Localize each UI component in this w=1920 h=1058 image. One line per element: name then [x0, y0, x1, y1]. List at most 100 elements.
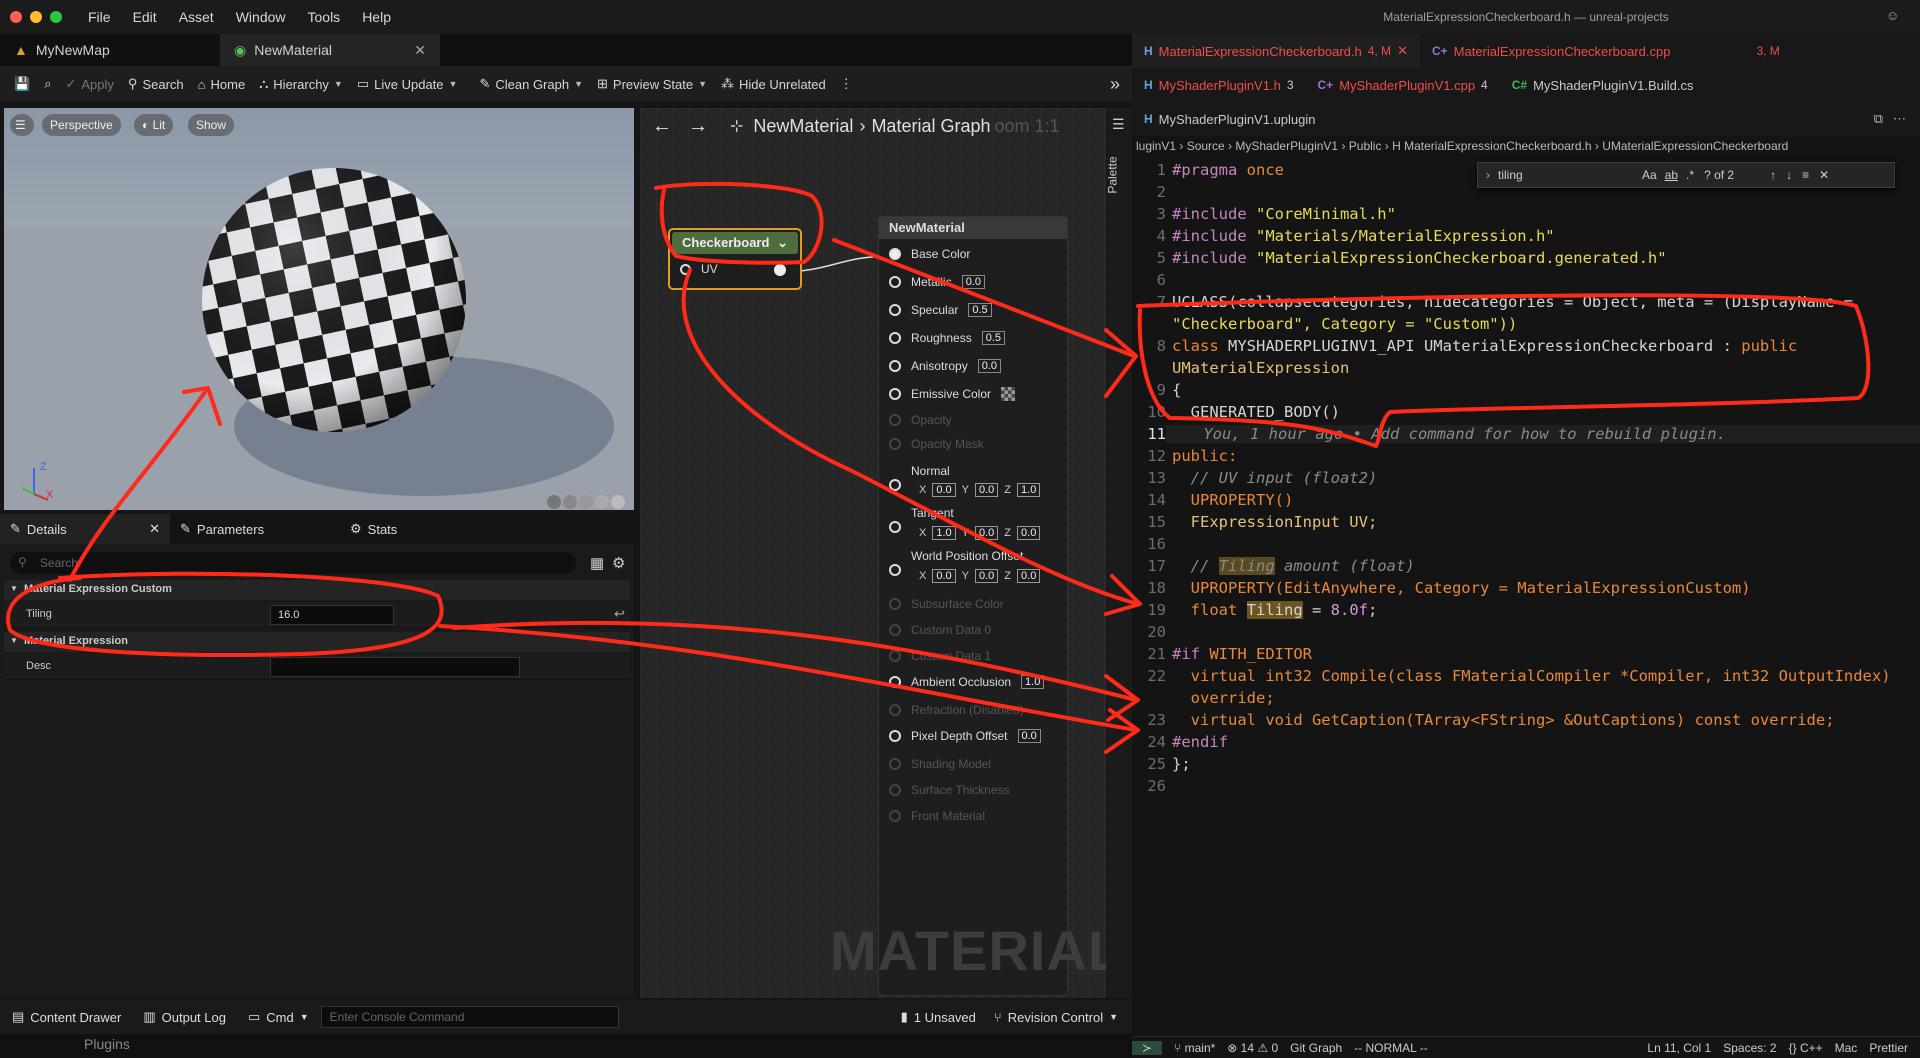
menu-file[interactable]: File	[88, 9, 111, 25]
pin-metallic[interactable]: Metallic 0.0	[889, 275, 985, 289]
regex-toggle[interactable]: .*	[1686, 168, 1694, 182]
settings-gear-icon[interactable]: ⚙	[612, 554, 625, 572]
save-icon[interactable]: 💾	[14, 76, 30, 92]
tab-plugin-cpp[interactable]: C+ MyShaderPluginV1.cpp 4	[1306, 68, 1500, 102]
find-input[interactable]: tiling	[1498, 168, 1638, 182]
zoom-window-button[interactable]	[50, 11, 62, 23]
list-icon[interactable]: ☰	[1112, 116, 1125, 133]
find-in-selection-icon[interactable]: ≡	[1802, 168, 1809, 182]
pin-ambient-occlusion[interactable]: Ambient Occlusion 1.0	[889, 675, 1045, 689]
menu-tools[interactable]: Tools	[308, 9, 341, 25]
desc-value-field[interactable]	[270, 657, 520, 677]
pin-value[interactable]: 0.5	[981, 331, 1006, 345]
pin-roughness[interactable]: Roughness 0.5	[889, 331, 1006, 345]
minimize-window-button[interactable]	[30, 11, 42, 23]
prettier-status[interactable]: Prettier	[1869, 1041, 1908, 1055]
apply-button[interactable]: ✓ Apply	[65, 76, 113, 92]
expand-replace-icon[interactable]: ›	[1486, 168, 1490, 182]
wpo-vector-fields[interactable]: X 0.0 Y 0.0 Z 0.0	[919, 569, 1041, 583]
remote-icon[interactable]: ≻	[1132, 1040, 1163, 1055]
git-branch[interactable]: ⑂ main*	[1174, 1041, 1215, 1055]
console-command-input[interactable]: Enter Console Command	[320, 1006, 619, 1028]
cursor-position[interactable]: Ln 11, Col 1	[1647, 1041, 1711, 1055]
material-graph-canvas[interactable]: ← → ⊹ NewMaterial › Material Graph oom 1…	[640, 108, 1132, 998]
code-editor[interactable]: 1 2 3 4 5 6 7 8 9 10 11 12 13 14 15 16 17 18 19 20 21 22 23 24 2…	[1132, 158, 1920, 1038]
pin-anisotropy[interactable]: Anisotropy 0.0	[889, 359, 1001, 373]
z-value[interactable]: 0.0	[1017, 526, 1041, 540]
split-editor-icon[interactable]: ⧉	[1874, 111, 1883, 127]
palette-tab[interactable]: Palette	[1106, 156, 1120, 193]
pin-value[interactable]: 0.0	[961, 275, 985, 289]
os-label[interactable]: Mac	[1835, 1041, 1858, 1055]
reset-to-default-icon[interactable]: ↩	[614, 606, 625, 622]
close-tab-icon[interactable]: ✕	[414, 42, 426, 59]
menu-asset[interactable]: Asset	[179, 9, 214, 25]
breadcrumb[interactable]: luginV1 › Source › MyShaderPluginV1 › Pu…	[1132, 136, 1920, 158]
live-update-button[interactable]: ▭ Live Update ▼	[357, 76, 458, 92]
z-value[interactable]: 0.0	[1017, 569, 1041, 583]
y-value[interactable]: 0.0	[974, 526, 999, 540]
preview-shape-icons[interactable]	[547, 495, 625, 509]
material-preview-viewport[interactable]: ☰ Perspective ◐ Lit Show Z X	[4, 108, 634, 510]
tab-parameters[interactable]: ✎ Parameters	[170, 514, 340, 544]
tab-plugin-h[interactable]: H MyShaderPluginV1.h 3	[1132, 68, 1306, 102]
preview-state-button[interactable]: ⊞ Preview State ▼	[597, 76, 707, 92]
output-log-button[interactable]: ▥ Output Log	[143, 1009, 226, 1025]
y-value[interactable]: 0.0	[974, 483, 999, 497]
browse-icon[interactable]: ⌕	[44, 76, 51, 92]
color-swatch[interactable]	[1001, 387, 1016, 401]
tangent-vector-fields[interactable]: X 1.0 Y 0.0 Z 0.0	[919, 526, 1041, 540]
language-mode[interactable]: {} C++	[1789, 1041, 1823, 1055]
tab-newmaterial[interactable]: ◉ NewMaterial ✕	[220, 34, 440, 66]
pin-specular[interactable]: Specular 0.5	[889, 303, 992, 317]
expand-toolbar-icon[interactable]: »	[1110, 74, 1120, 95]
pin-emissive-color[interactable]: Emissive Color	[889, 387, 1016, 401]
tab-stats[interactable]: ⚙ Stats	[340, 514, 510, 544]
uv-input-pin[interactable]: UV	[680, 262, 718, 276]
chevron-down-icon[interactable]: ⌄	[777, 235, 788, 251]
pin-value[interactable]: 0.5	[968, 303, 992, 317]
close-find-icon[interactable]: ✕	[1819, 168, 1829, 182]
pin-value[interactable]: 0.0	[977, 359, 1001, 373]
tab-build-cs[interactable]: C# MyShaderPluginV1.Build.cs	[1500, 68, 1706, 102]
z-value[interactable]: 1.0	[1017, 483, 1041, 497]
more-actions-icon[interactable]: ⋯	[1893, 111, 1906, 127]
hierarchy-button[interactable]: ⛬ Hierarchy ▼	[259, 76, 343, 92]
section-material-expression-custom[interactable]: ▼ Material Expression Custom	[4, 580, 630, 600]
cmd-dropdown[interactable]: ▭ Cmd ▼	[248, 1009, 309, 1025]
menu-edit[interactable]: Edit	[133, 9, 157, 25]
pin-pixel-depth-offset[interactable]: Pixel Depth Offset 0.0	[889, 729, 1041, 743]
tab-uplugin[interactable]: H MyShaderPluginV1.uplugin	[1132, 102, 1328, 136]
more-options-icon[interactable]: ⋮	[840, 76, 853, 92]
table-view-icon[interactable]: ▦	[590, 554, 604, 572]
checkerboard-node[interactable]: Checkerboard ⌄ UV	[668, 228, 802, 290]
match-case-toggle[interactable]: Aa	[1642, 168, 1657, 182]
menu-help[interactable]: Help	[362, 9, 391, 25]
section-material-expression[interactable]: ▼ Material Expression	[4, 632, 630, 652]
home-button[interactable]: ⌂ Home	[198, 77, 246, 92]
pin-value[interactable]: 0.0	[1017, 729, 1041, 743]
search-button[interactable]: ⚲ Search	[128, 76, 184, 92]
output-pin[interactable]	[774, 264, 786, 276]
tab-mynewmap[interactable]: ▲ MyNewMap	[0, 34, 220, 66]
hide-unrelated-button[interactable]: ⁂ Hide Unrelated	[721, 76, 826, 92]
unsaved-button[interactable]: ▮ 1 Unsaved	[901, 1009, 976, 1025]
y-value[interactable]: 0.0	[974, 569, 999, 583]
x-value[interactable]: 1.0	[932, 526, 956, 540]
normal-vector-fields[interactable]: X 0.0 Y 0.0 Z 1.0	[919, 483, 1041, 497]
material-result-node[interactable]: NewMaterial Base Color Metallic 0.0 Specu…	[878, 216, 1068, 996]
tiling-value-field[interactable]: 16.0	[270, 605, 394, 625]
previous-match-icon[interactable]: ↑	[1770, 168, 1776, 182]
tab-checkerboard-h[interactable]: H MaterialExpressionCheckerboard.h 4, M …	[1132, 34, 1420, 68]
account-icon[interactable]: ☺	[1886, 8, 1899, 23]
clean-graph-button[interactable]: ✎ Clean Graph ▼	[479, 76, 583, 92]
tab-checkerboard-cpp[interactable]: C+ MaterialExpressionCheckerboard.cpp 3,…	[1420, 34, 1792, 68]
menu-window[interactable]: Window	[236, 9, 286, 25]
whole-word-toggle[interactable]: ab	[1665, 168, 1678, 182]
close-tab-icon[interactable]: ✕	[149, 521, 160, 537]
content-drawer-button[interactable]: ▤ Content Drawer	[12, 1009, 121, 1025]
palette-sidebar[interactable]: ☰ Palette	[1106, 108, 1132, 998]
x-value[interactable]: 0.0	[932, 483, 956, 497]
x-value[interactable]: 0.0	[932, 569, 956, 583]
close-tab-icon[interactable]: ✕	[1397, 43, 1408, 59]
